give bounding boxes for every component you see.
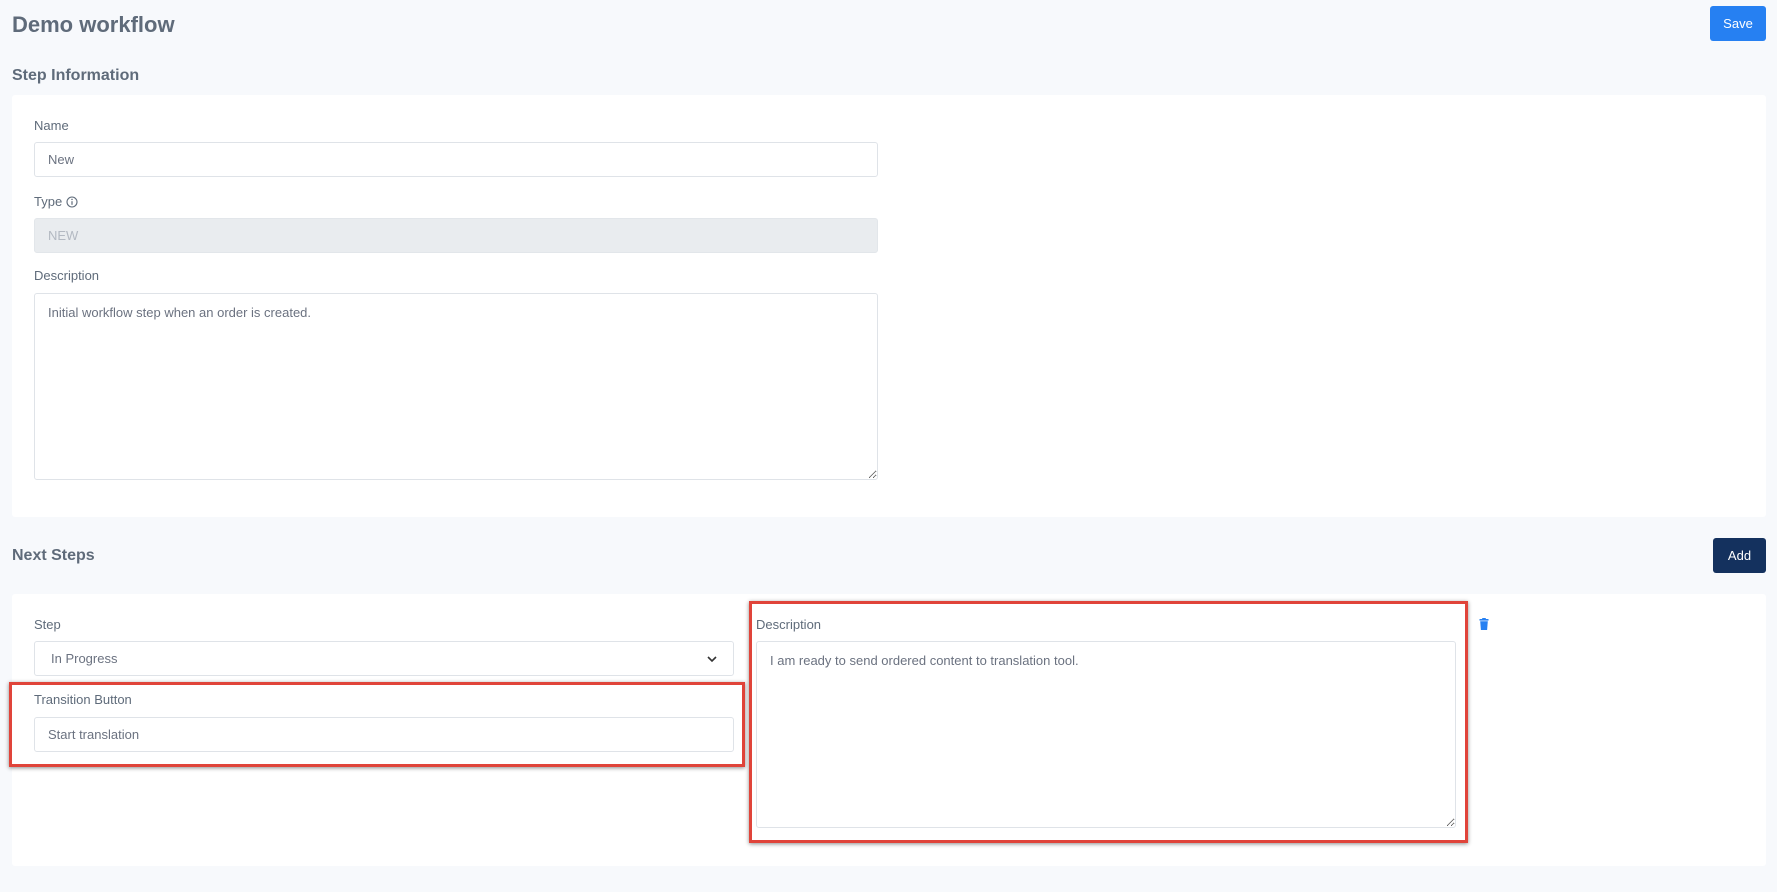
next-steps-title: Next Steps (12, 547, 95, 564)
transition-button-input[interactable] (34, 717, 734, 752)
next-step-description-textarea[interactable]: I am ready to send ordered content to tr… (756, 641, 1456, 828)
next-step-description-label: Description (756, 617, 822, 632)
next-step-card: Step In Progress Transition Button Descr… (12, 594, 1766, 866)
workflow-editor-page: Demo workflow Save Step Information Name… (0, 0, 1777, 892)
step-information-card: Name Type Description Initial workflow s… (12, 95, 1766, 517)
step-select-value: In Progress (51, 651, 118, 666)
add-next-step-button[interactable]: Add (1713, 538, 1766, 573)
name-input[interactable] (34, 142, 878, 177)
description-label: Description (34, 268, 100, 283)
step-select[interactable]: In Progress (34, 641, 734, 676)
name-label: Name (34, 118, 69, 133)
trash-icon[interactable] (1479, 617, 1489, 635)
page-title: Demo workflow (12, 12, 175, 37)
chevron-down-icon (707, 651, 717, 666)
type-label-row: Type (34, 194, 78, 211)
description-textarea[interactable]: Initial workflow step when an order is c… (34, 293, 878, 480)
type-input (34, 218, 878, 253)
step-label: Step (34, 617, 61, 632)
step-information-title: Step Information (12, 67, 140, 84)
save-button[interactable]: Save (1710, 6, 1766, 41)
transition-button-label: Transition Button (34, 692, 132, 707)
info-icon[interactable] (66, 196, 78, 211)
type-label: Type (34, 194, 63, 209)
